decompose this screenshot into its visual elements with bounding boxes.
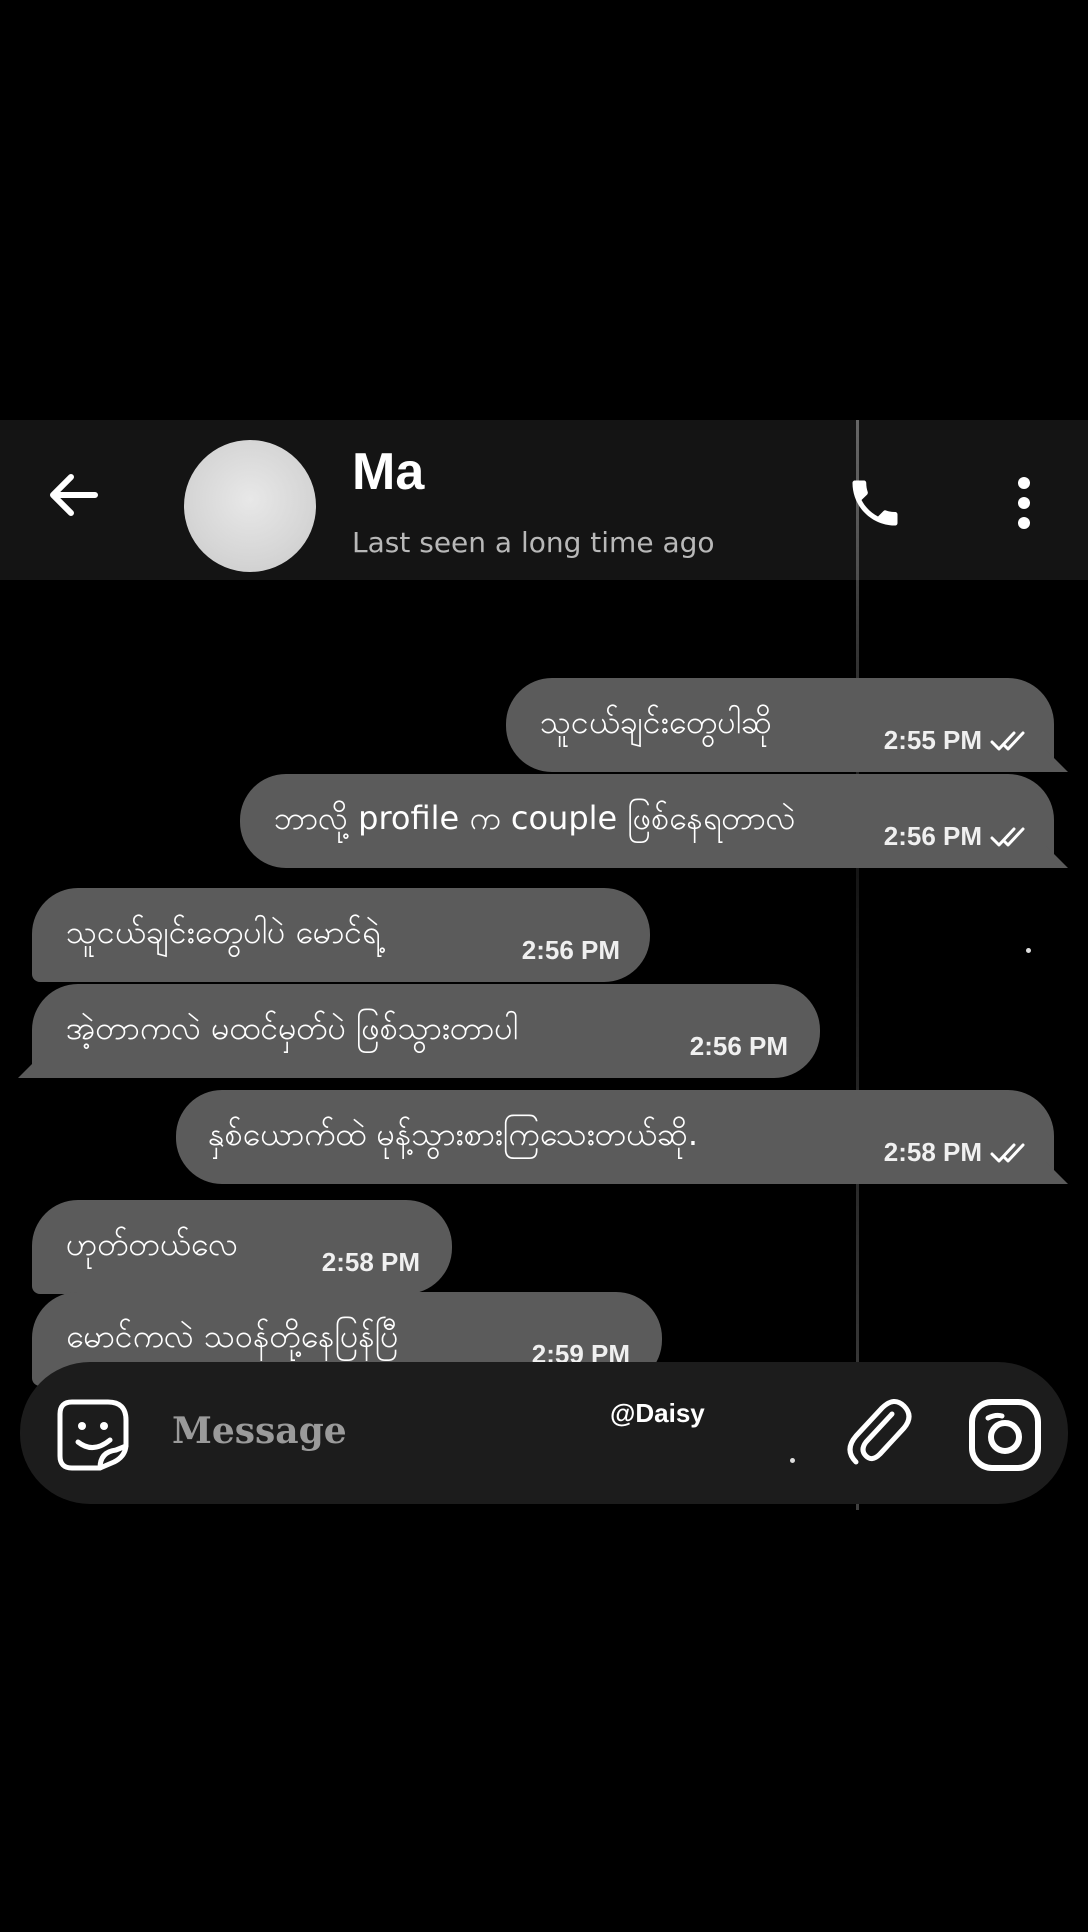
paperclip-icon: [847, 1399, 912, 1465]
noise-dot: [790, 1458, 795, 1463]
message-time: 2:56 PM: [521, 935, 620, 965]
message-bubble-outgoing[interactable]: ဘာလို့ profile က couple ဖြစ်နေရတာလဲ 2:56…: [240, 774, 1068, 868]
camera-icon: [969, 1399, 1041, 1471]
message-meta: 2:56 PM: [522, 935, 620, 966]
screen-glitch-line: [856, 420, 859, 1510]
double-check-icon: [990, 827, 1025, 846]
attach-button[interactable]: [836, 1392, 916, 1472]
message-time: 2:56 PM: [883, 821, 982, 851]
double-check-icon: [990, 731, 1025, 750]
message-meta: 2:56 PM: [690, 1031, 788, 1062]
message-bubble-outgoing[interactable]: နှစ်ယောက်ထဲ မုန့်သွားစားကြသေးတယ်ဆို. 2:5…: [176, 1090, 1068, 1184]
message-text: အဲ့တာကလဲ မထင်မှတ်ပဲ ဖြစ်သွားတာပါ: [66, 1009, 518, 1047]
message-time: 2:58 PM: [883, 1137, 982, 1167]
message-text: ဟုတ်တယ်လေ: [66, 1225, 239, 1263]
message-text: သူငယ်ချင်းတွေပါဆို: [540, 703, 772, 741]
arrow-left-icon: [50, 474, 98, 516]
message-bubble-incoming[interactable]: အဲ့တာကလဲ မထင်မှတ်ပဲ ဖြစ်သွားတာပါ 2:56 PM: [18, 984, 820, 1078]
message-bubble-incoming[interactable]: သူငယ်ချင်းတွေပါပဲ မောင်ရဲ့ 2:56 PM: [32, 888, 650, 982]
phone-icon: [852, 480, 898, 526]
message-time: 2:56 PM: [689, 1031, 788, 1061]
message-bubble-outgoing[interactable]: သူငယ်ချင်းတွေပါဆို 2:55 PM: [506, 678, 1068, 772]
back-button[interactable]: [40, 462, 106, 528]
contact-name[interactable]: Ma: [352, 442, 424, 502]
message-bubble-incoming[interactable]: ဟုတ်တယ်လေ 2:58 PM: [32, 1200, 452, 1294]
last-seen-status: Last seen a long time ago: [352, 526, 715, 559]
watermark-text: @Daisy: [610, 1398, 705, 1428]
more-options-button[interactable]: [1004, 468, 1044, 538]
message-text: နှစ်ယောက်ထဲ မုန့်သွားစားကြသေးတယ်ဆို.: [208, 1115, 699, 1153]
message-text: ဘာလို့ profile က couple ဖြစ်နေရတာလဲ: [274, 799, 796, 837]
camera-button[interactable]: [966, 1396, 1044, 1474]
chat-header: Ma Last seen a long time ago: [0, 420, 1088, 580]
message-composer: @Daisy: [20, 1362, 1068, 1504]
sticker-icon: [57, 1399, 129, 1471]
message-meta: 2:55 PM: [884, 725, 1030, 756]
call-button[interactable]: [840, 468, 910, 538]
message-meta: 2:58 PM: [322, 1247, 420, 1278]
message-meta: 2:58 PM: [884, 1137, 1030, 1168]
message-time: 2:58 PM: [321, 1247, 420, 1277]
message-text: သူငယ်ချင်းတွေပါပဲ မောင်ရဲ့: [66, 913, 381, 951]
sticker-button[interactable]: [54, 1396, 132, 1474]
message-text: မောင်ကလဲ သဝန်တို့နေပြန်ပြီ: [66, 1317, 399, 1355]
double-check-icon: [990, 1143, 1025, 1162]
message-time: 2:55 PM: [883, 725, 982, 755]
avatar[interactable]: [184, 440, 316, 572]
noise-dot: [1026, 948, 1031, 953]
message-meta: 2:56 PM: [884, 821, 1030, 852]
more-vertical-icon: [1018, 477, 1030, 529]
message-input[interactable]: [170, 1400, 594, 1462]
